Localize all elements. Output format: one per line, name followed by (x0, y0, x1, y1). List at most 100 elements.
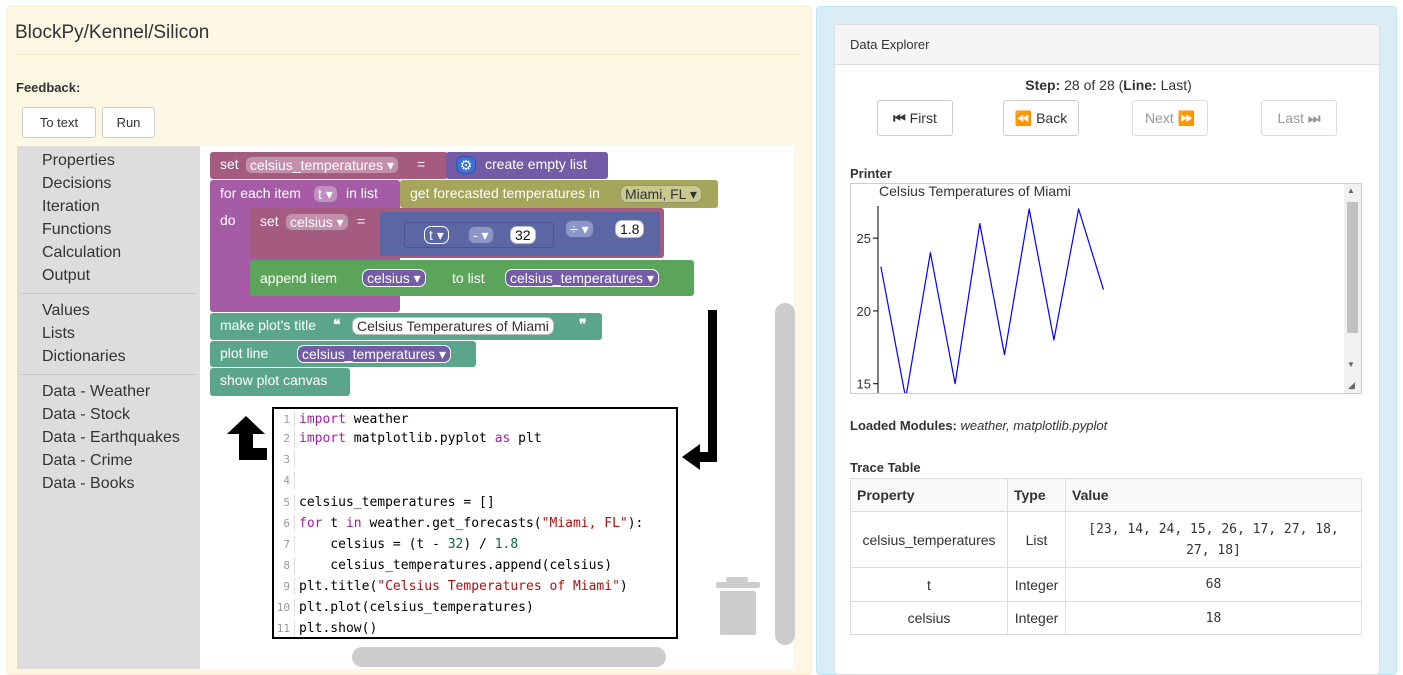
data-point (954, 383, 956, 385)
to-text-button[interactable]: To text (22, 107, 96, 138)
code-keyword: as (494, 431, 511, 446)
line-number: 3 (274, 451, 295, 468)
toolbox-category[interactable]: Data - Books (42, 475, 134, 493)
text-field[interactable]: Celsius Temperatures of Miami (352, 317, 554, 335)
variable-dropdown[interactable]: celsius_temperatures ▾ (297, 345, 451, 363)
line-number: 4 (274, 472, 295, 489)
run-button[interactable]: Run (102, 107, 155, 138)
step-indicator: Step: 28 of 28 (Line: Last) (0, 77, 1403, 93)
vertical-scrollbar[interactable] (775, 303, 795, 645)
block-keyword: do (220, 212, 236, 228)
series-line (880, 208, 1104, 393)
button-label: Back (1036, 109, 1068, 126)
explorer-title: Data Explorer (850, 37, 930, 52)
block-keyword: for each item (220, 185, 301, 201)
code-text: weather (345, 412, 409, 427)
python-code-view[interactable]: 1 import weather 2 import matplotlib.pyplo… (272, 407, 678, 639)
code-text: plt (510, 431, 542, 446)
variable-dropdown[interactable]: celsius ▾ (285, 213, 349, 231)
code-string: "Miami, FL" (541, 516, 628, 531)
toolbox-category[interactable]: Properties (42, 152, 115, 170)
trace-table: Property Type Value celsius_temperatures… (850, 478, 1362, 635)
toolbox-category[interactable]: Values (42, 302, 90, 320)
toolbox-category[interactable]: Output (42, 267, 90, 285)
line-number: 2 (274, 430, 295, 447)
variable-dropdown[interactable]: celsius ▾ (362, 269, 426, 287)
code-text: plt.title( (299, 579, 378, 594)
y-ticks: 15 20 25 (857, 231, 878, 392)
code-number: 32 (447, 537, 464, 552)
button-label: First (909, 109, 937, 126)
variable-dropdown[interactable]: celsius_temperatures ▾ (505, 269, 659, 287)
back-step-button[interactable]: ⏪ Back (1003, 100, 1079, 136)
toolbox-category[interactable]: Data - Crime (42, 452, 133, 470)
printer-output[interactable]: Celsius Temperatures of Miami 15 20 25 ▲ ▼… (850, 183, 1362, 394)
variable-name: celsius_temperatures (302, 346, 436, 362)
data-point (1078, 208, 1080, 210)
y-tick-label: 15 (857, 377, 871, 392)
toolbox-category[interactable]: Data - Earthquakes (42, 429, 180, 447)
horizontal-scrollbar[interactable] (352, 647, 666, 667)
line-number: 8 (274, 557, 295, 574)
block-keyword: set (260, 213, 279, 229)
line-number: 10 (274, 599, 295, 616)
trace-property: t (850, 567, 1008, 602)
variable-name: t (318, 186, 322, 202)
last-step-button[interactable]: Last ⏭ (1261, 100, 1337, 136)
fast-forward-icon: ⏩ (1177, 109, 1196, 126)
number-field[interactable]: 1.8 (615, 220, 645, 238)
block-keyword: show plot canvas (220, 372, 328, 388)
operator-dropdown[interactable]: ÷ ▾ (565, 220, 594, 238)
operator-symbol: - (473, 227, 478, 243)
table-row: celsius Integer 18 (850, 601, 1362, 635)
toolbox-category[interactable]: Dictionaries (42, 348, 126, 366)
gear-icon[interactable]: ⚙ (456, 156, 476, 174)
data-points (880, 208, 1104, 385)
operator-symbol: ÷ (570, 221, 578, 237)
toolbox-category[interactable]: Data - Stock (42, 406, 130, 424)
resize-handle-icon[interactable]: ◢ (1348, 380, 1355, 391)
code-keyword: import (299, 431, 346, 446)
variable-name: celsius_temperatures (510, 270, 644, 286)
toolbox-category[interactable]: Data - Weather (42, 383, 150, 401)
toolbox-category[interactable]: Decisions (42, 175, 111, 193)
toolbox-category[interactable]: Calculation (42, 244, 121, 262)
code-text: ) (619, 579, 628, 594)
line-number: 6 (274, 515, 295, 532)
variable-dropdown[interactable]: t ▾ (313, 185, 338, 203)
trash-icon[interactable] (714, 575, 762, 637)
variable-dropdown[interactable]: celsius_temperatures ▾ (245, 156, 399, 174)
toolbox-category[interactable]: Iteration (42, 198, 100, 216)
block-keyword: in list (346, 185, 378, 201)
trace-type: List (1007, 511, 1066, 568)
data-point (880, 266, 882, 268)
line-number: 1 (274, 411, 295, 428)
code-keyword: in (345, 516, 362, 531)
printer-label: Printer (850, 166, 892, 181)
quote-close-icon: ❞ (579, 316, 587, 332)
loaded-modules-label: Loaded Modules: (850, 418, 957, 433)
city-dropdown[interactable]: Miami, FL ▾ (620, 185, 702, 203)
toolbox-category[interactable]: Lists (42, 325, 75, 343)
code-text: weather.get_forecasts( (361, 516, 542, 531)
variable-dropdown[interactable]: t ▾ (424, 226, 449, 244)
printer-scrollbar-thumb[interactable] (1347, 202, 1358, 333)
data-point (1102, 288, 1104, 290)
code-text: ): (627, 516, 644, 531)
skip-back-icon: ⏮ (893, 109, 906, 126)
operator-dropdown[interactable]: - ▾ (468, 226, 494, 244)
trace-type: Integer (1007, 601, 1066, 635)
next-step-button[interactable]: Next ⏩ (1132, 100, 1208, 136)
code-number: 1.8 (494, 537, 519, 552)
trace-value: [23, 14, 24, 15, 26, 17, 27, 18, 27, 18] (1065, 511, 1362, 568)
title-divider (15, 54, 800, 55)
number-field[interactable]: 32 (510, 226, 536, 244)
code-keyword: for (299, 516, 323, 531)
trace-type: Integer (1007, 567, 1066, 602)
trace-value: 68 (1065, 567, 1362, 602)
trace-header: Property (850, 478, 1008, 512)
first-step-button[interactable]: ⏮ First (877, 100, 953, 136)
scroll-down-icon[interactable]: ▼ (1347, 360, 1355, 369)
scroll-up-icon[interactable]: ▲ (1347, 186, 1355, 195)
toolbox-category[interactable]: Functions (42, 221, 111, 239)
